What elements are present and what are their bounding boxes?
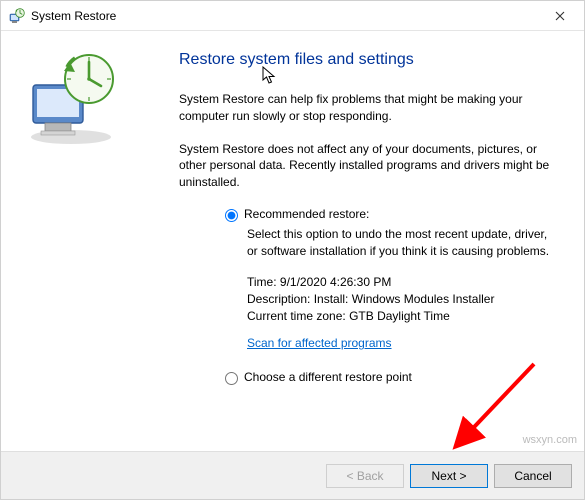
window-title: System Restore	[31, 9, 537, 23]
close-button[interactable]	[537, 1, 582, 30]
system-restore-window: System Restore	[0, 0, 585, 500]
recommended-details: Select this option to undo the most rece…	[247, 226, 560, 352]
time-value: 9/1/2020 4:26:30 PM	[280, 275, 391, 289]
description-label: Description:	[247, 292, 310, 306]
different-restore-option[interactable]: Choose a different restore point	[225, 370, 560, 385]
restore-timezone-row: Current time zone: GTB Daylight Time	[247, 308, 560, 325]
titlebar: System Restore	[1, 1, 584, 31]
recommended-restore-radio[interactable]	[225, 209, 238, 222]
dialog-body: Restore system files and settings System…	[1, 31, 584, 451]
different-restore-label: Choose a different restore point	[244, 370, 412, 384]
tz-value: GTB Daylight Time	[349, 309, 450, 323]
tz-label: Current time zone:	[247, 309, 346, 323]
cancel-button[interactable]: Cancel	[494, 464, 572, 488]
wizard-footer: < Back Next > Cancel	[1, 451, 584, 499]
intro-paragraph-1: System Restore can help fix problems tha…	[179, 91, 560, 125]
restore-time-row: Time: 9/1/2020 4:26:30 PM	[247, 274, 560, 291]
scan-affected-programs-link[interactable]: Scan for affected programs	[247, 335, 392, 352]
description-value: Install: Windows Modules Installer	[314, 292, 495, 306]
recommended-restore-option[interactable]: Recommended restore:	[225, 207, 560, 222]
recommended-description: Select this option to undo the most rece…	[247, 226, 560, 260]
system-restore-icon	[9, 8, 25, 24]
intro-paragraph-2: System Restore does not affect any of yo…	[179, 141, 560, 191]
time-label: Time:	[247, 275, 277, 289]
content-area: Restore system files and settings System…	[171, 31, 584, 451]
watermark: wsxyn.com	[523, 434, 577, 446]
restore-description-row: Description: Install: Windows Modules In…	[247, 291, 560, 308]
page-heading: Restore system files and settings	[179, 51, 560, 69]
sidebar-illustration	[1, 31, 171, 451]
different-restore-radio[interactable]	[225, 372, 238, 385]
back-button: < Back	[326, 464, 404, 488]
recommended-restore-label: Recommended restore:	[244, 207, 369, 221]
restore-illustration-icon	[23, 49, 123, 149]
next-button[interactable]: Next >	[410, 464, 488, 488]
